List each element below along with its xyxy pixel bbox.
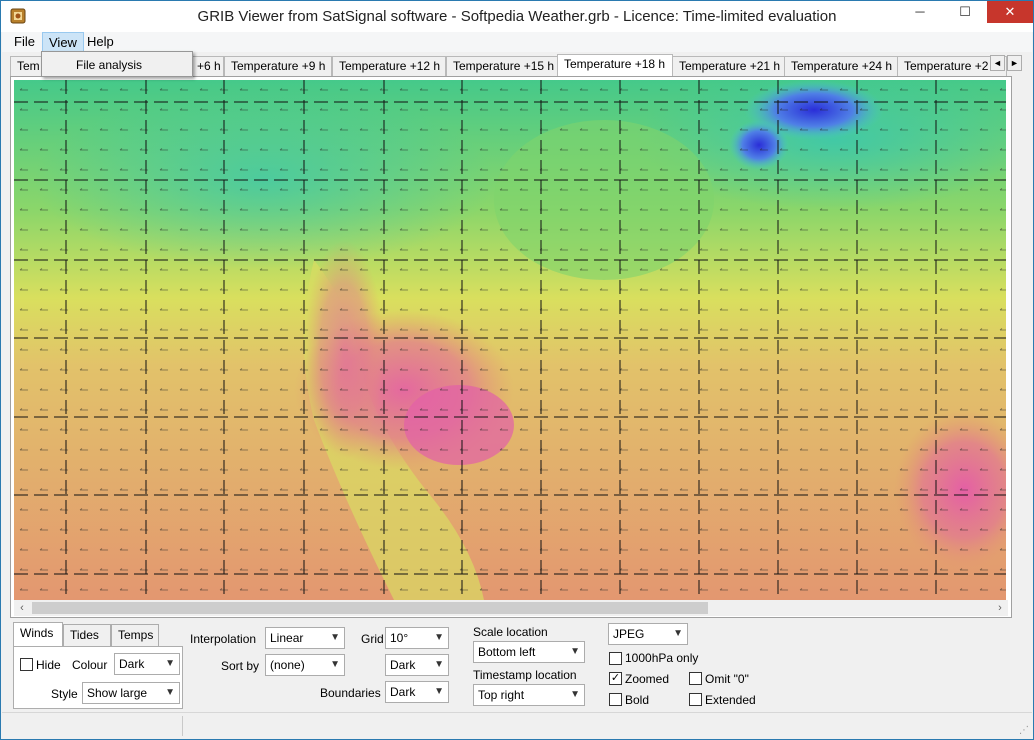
colour-value: Dark: [119, 657, 145, 671]
format-select[interactable]: JPEG ▼: [608, 623, 688, 645]
style-select[interactable]: Show large ▼: [82, 682, 180, 704]
timestamp-location-label: Timestamp location: [473, 668, 577, 682]
timestamp-location-value: Top right: [478, 688, 525, 702]
resize-grip-icon[interactable]: ⋰: [1019, 725, 1029, 736]
tab-temps[interactable]: Temps: [111, 624, 159, 646]
timestamp-location-select[interactable]: Top right ▼: [473, 684, 585, 706]
winds-panel-body: Hide Colour Dark ▼ Style Show large ▼: [13, 646, 183, 709]
chevron-down-icon: ▼: [165, 687, 175, 698]
view-menu-dropdown: File analysis: [41, 51, 193, 77]
chevron-down-icon: ▼: [330, 659, 340, 670]
menu-item-file-analysis[interactable]: File analysis: [76, 58, 142, 72]
colour-select[interactable]: Dark ▼: [114, 653, 180, 675]
scale-location-label: Scale location: [473, 625, 548, 639]
boundaries-select[interactable]: Dark ▼: [385, 681, 449, 703]
chevron-down-icon: ▼: [570, 646, 580, 657]
format-value: JPEG: [613, 627, 645, 641]
tab-temperature-18[interactable]: Temperature +18 h: [557, 54, 673, 76]
hide-checkbox[interactable]: [20, 658, 33, 671]
interpolation-select[interactable]: Linear ▼: [265, 627, 345, 649]
maximize-button[interactable]: ☐: [943, 1, 987, 23]
menu-help[interactable]: Help: [81, 32, 120, 52]
scroll-right-icon[interactable]: ›: [992, 600, 1008, 616]
temperature-map[interactable]: [14, 80, 1006, 600]
tab-winds[interactable]: Winds: [13, 622, 63, 646]
grid-value: 10°: [390, 631, 409, 645]
style-label: Style: [51, 687, 78, 701]
extended-label: Extended: [705, 693, 756, 707]
style-value: Show large: [87, 686, 148, 700]
winds-panel: Winds Tides Temps Hide Colour Dark ▼ Styl…: [13, 622, 183, 709]
chevron-down-icon: ▼: [165, 658, 175, 669]
menu-bar: File View Help: [2, 32, 1032, 52]
grid-colour-value: Dark: [390, 658, 416, 672]
hpa-only-label: 1000hPa only: [625, 651, 699, 665]
chevron-down-icon: ▼: [434, 659, 444, 670]
tab-scroll-right-button[interactable]: ►: [1007, 55, 1022, 71]
extended-checkbox[interactable]: [689, 693, 702, 706]
tab-tides[interactable]: Tides: [63, 624, 111, 646]
bold-checkbox[interactable]: [609, 693, 622, 706]
chevron-down-icon: ▼: [570, 689, 580, 700]
zoomed-label: Zoomed: [625, 672, 670, 686]
grid-label: Grid: [361, 632, 384, 646]
grid-select[interactable]: 10° ▼: [385, 627, 449, 649]
title-bar[interactable]: GRIB Viewer from SatSignal software - So…: [1, 1, 1033, 32]
scale-location-select[interactable]: Bottom left ▼: [473, 641, 585, 663]
menu-file[interactable]: File: [8, 32, 41, 52]
sortby-value: (none): [270, 658, 305, 672]
tab-scroll-left-button[interactable]: ◄: [990, 55, 1005, 71]
main-window: GRIB Viewer from SatSignal software - So…: [0, 0, 1034, 740]
chevron-down-icon: ▼: [673, 628, 683, 639]
tab-temperature-9[interactable]: Temperature +9 h: [224, 56, 332, 76]
window-title: GRIB Viewer from SatSignal software - So…: [197, 8, 837, 25]
sortby-select[interactable]: (none) ▼: [265, 654, 345, 676]
chevron-down-icon: ▼: [330, 632, 340, 643]
status-divider: [182, 716, 183, 736]
boundaries-label: Boundaries: [320, 686, 381, 700]
scroll-left-icon[interactable]: ‹: [14, 600, 30, 616]
tab-temperature-15[interactable]: Temperature +15 h: [446, 56, 558, 76]
sortby-label: Sort by: [221, 659, 260, 673]
scrollbar-thumb[interactable]: [32, 602, 708, 614]
scale-location-value: Bottom left: [478, 645, 536, 659]
chevron-down-icon: ▼: [434, 686, 444, 697]
map-frame: ‹ ›: [10, 76, 1012, 618]
hpa-only-checkbox[interactable]: [609, 652, 622, 665]
hide-label: Hide: [36, 658, 61, 672]
interpolation-value: Linear: [270, 631, 304, 645]
tab-temperature-3[interactable]: Tem: [10, 56, 44, 76]
zoomed-checkbox[interactable]: ✓: [609, 672, 622, 685]
tab-temperature-21[interactable]: Temperature +21 h: [672, 56, 785, 76]
omit-zero-checkbox[interactable]: [689, 672, 702, 685]
map-horizontal-scrollbar[interactable]: ‹ ›: [14, 600, 1008, 616]
grid-colour-select[interactable]: Dark ▼: [385, 654, 449, 676]
colour-label: Colour: [72, 658, 108, 672]
interpolation-label: Interpolation: [190, 632, 257, 646]
close-button[interactable]: ✕: [987, 1, 1033, 23]
bold-label: Bold: [625, 693, 650, 707]
omit-zero-label: Omit "0": [705, 672, 749, 686]
boundaries-value: Dark: [390, 685, 416, 699]
tab-temperature-12[interactable]: Temperature +12 h: [332, 56, 446, 76]
tab-temperature-24[interactable]: Temperature +24 h: [784, 56, 898, 76]
status-bar: ⋰: [2, 712, 1032, 739]
chevron-down-icon: ▼: [434, 632, 444, 643]
menu-view[interactable]: View: [42, 32, 84, 52]
minimize-button[interactable]: ─: [898, 1, 942, 23]
